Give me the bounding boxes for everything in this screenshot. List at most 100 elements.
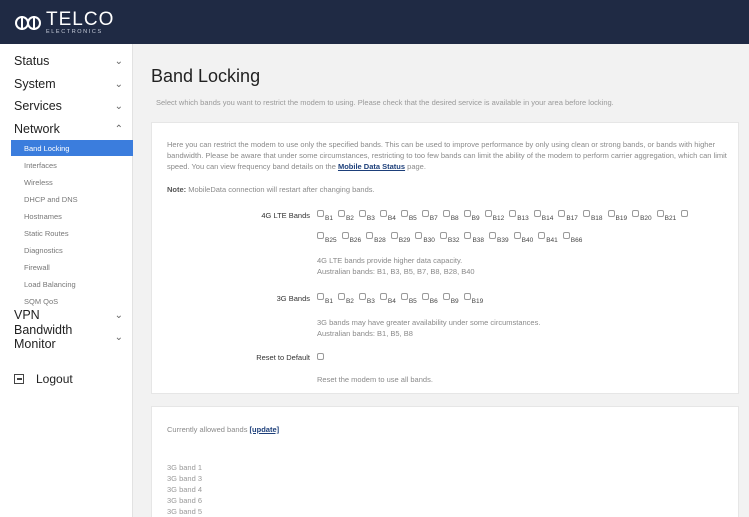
update-link[interactable]: [update]	[250, 425, 280, 434]
lte-band-checkbox[interactable]	[632, 210, 640, 217]
brand-logo[interactable]: TELCO ELECTRONICS	[14, 10, 114, 36]
g3-band-b3[interactable]: B3	[358, 293, 375, 305]
3g-help-australian: Australian bands: B1, B5, B8	[317, 329, 413, 338]
nav-interfaces[interactable]: Interfaces	[0, 157, 133, 173]
lte-band-b28[interactable]: B28	[366, 232, 386, 244]
lte-band-b25[interactable]: B25	[317, 232, 337, 244]
lte-band-b38[interactable]: B38	[464, 232, 484, 244]
lte-band-b30[interactable]: B30	[415, 232, 435, 244]
lte-band-checkbox[interactable]	[538, 232, 546, 239]
lte-band-checkbox[interactable]	[464, 232, 472, 239]
lte-band-b40[interactable]: B40	[513, 232, 533, 244]
g3-band-checkbox[interactable]	[358, 293, 366, 300]
lte-band-b2[interactable]: B2	[337, 210, 354, 222]
lte-band-label: B14	[541, 215, 554, 222]
g3-band-checkbox[interactable]	[379, 293, 387, 300]
lte-band-b3[interactable]: B3	[358, 210, 375, 222]
chevron-down-icon: ⌄	[114, 78, 123, 90]
nav-firewall[interactable]: Firewall	[0, 259, 133, 275]
lte-band-checkbox[interactable]	[489, 232, 497, 239]
g3-band-checkbox[interactable]	[463, 293, 471, 300]
lte-band-b4[interactable]: B4	[379, 210, 396, 222]
lte-band-b29[interactable]: B29	[390, 232, 410, 244]
lte-band-checkbox[interactable]	[607, 210, 615, 217]
lte-band-checkbox[interactable]	[358, 210, 366, 217]
g3-band-b1[interactable]: B1	[317, 293, 333, 305]
g3-band-checkbox[interactable]	[337, 293, 345, 300]
lte-band-checkbox[interactable]	[337, 210, 345, 217]
lte-band-checkbox[interactable]	[484, 210, 492, 217]
lte-band-b19[interactable]: B19	[607, 210, 627, 222]
lte-band-b12[interactable]: B12	[484, 210, 504, 222]
lte-band-checkbox[interactable]	[582, 210, 590, 217]
lte-band-label: B17	[566, 215, 578, 222]
nav-services[interactable]: Services ⌄	[0, 95, 133, 117]
lte-band-checkbox[interactable]	[439, 232, 447, 239]
lte-band-checkbox[interactable]	[317, 232, 324, 239]
g3-band-checkbox[interactable]	[421, 293, 429, 300]
nav-band-locking[interactable]: Band Locking	[11, 140, 133, 156]
reset-default-row	[317, 353, 324, 360]
lte-band-b20[interactable]: B20	[632, 210, 652, 222]
nav-diagnostics[interactable]: Diagnostics	[0, 242, 133, 258]
lte-band-checkbox[interactable]	[442, 210, 450, 217]
nav-bandwidth-monitor[interactable]: Bandwidth Monitor ⌄	[0, 323, 133, 351]
lte-band-checkbox[interactable]	[562, 232, 570, 239]
g3-band-b9[interactable]: B9	[442, 293, 459, 305]
g3-band-checkbox[interactable]	[442, 293, 450, 300]
lte-band-checkbox[interactable]	[400, 210, 408, 217]
nav-dhcp-dns[interactable]: DHCP and DNS	[0, 191, 133, 207]
lte-band-b26[interactable]: B26	[341, 232, 361, 244]
lte-band-checkbox[interactable]	[379, 210, 387, 217]
mobile-data-status-link[interactable]: Mobile Data Status	[338, 162, 405, 171]
g3-band-b4[interactable]: B4	[379, 293, 396, 305]
nav-load-balancing[interactable]: Load Balancing	[0, 276, 133, 292]
lte-band-checkbox[interactable]	[421, 210, 429, 217]
nav-wireless[interactable]: Wireless	[0, 174, 133, 190]
lte-band-b5[interactable]: B5	[400, 210, 417, 222]
lte-band-checkbox[interactable]	[390, 232, 398, 239]
lte-band-checkbox[interactable]	[341, 232, 349, 239]
note-body: MobileData connection will restart after…	[186, 185, 375, 194]
logout-label: Logout	[36, 372, 73, 386]
g3-band-b2[interactable]: B2	[337, 293, 354, 305]
lte-band-row-2: B25 B26 B28 B29 B30 B32 B38 B39 B40 B41 B66	[317, 232, 587, 244]
lte-band-checkbox[interactable]	[558, 210, 566, 217]
lte-band-b18[interactable]: B18	[582, 210, 603, 222]
logout-button[interactable]: Logout	[14, 372, 73, 386]
reset-default-checkbox[interactable]	[317, 353, 324, 360]
lte-band-checkbox[interactable]	[656, 210, 664, 217]
lte-band-b8[interactable]: B8	[442, 210, 459, 222]
lte-band-checkbox[interactable]	[366, 232, 374, 239]
nav-hostnames[interactable]: Hostnames	[0, 208, 133, 224]
lte-band-checkbox[interactable]	[415, 232, 423, 239]
lte-band-b14[interactable]: B14	[533, 210, 554, 222]
lte-band-b1[interactable]: B1	[317, 210, 333, 222]
nav-static-routes[interactable]: Static Routes	[0, 225, 133, 241]
nav-status-label: Status	[14, 54, 50, 68]
g3-band-checkbox[interactable]	[317, 293, 324, 300]
lte-band-b66[interactable]: B66	[562, 232, 582, 244]
nav-status[interactable]: Status ⌄	[0, 50, 133, 72]
lte-band-b13[interactable]: B13	[509, 210, 529, 222]
nav-network[interactable]: Network ⌃	[0, 118, 133, 140]
lte-band-checkbox[interactable]	[463, 210, 471, 217]
lte-band-b21[interactable]: B21	[656, 210, 676, 222]
lte-band-checkbox[interactable]	[533, 210, 541, 217]
lte-band-b41[interactable]: B41	[538, 232, 558, 244]
lte-band-b39[interactable]: B39	[489, 232, 509, 244]
lte-band-b17[interactable]: B17	[558, 210, 578, 222]
nav-vpn-label: VPN	[14, 308, 40, 322]
lte-band-checkbox-extra[interactable]	[681, 210, 689, 217]
lte-band-b32[interactable]: B32	[439, 232, 459, 244]
g3-band-b5[interactable]: B5	[400, 293, 417, 305]
lte-band-checkbox[interactable]	[509, 210, 517, 217]
g3-band-checkbox[interactable]	[400, 293, 408, 300]
lte-band-checkbox[interactable]	[317, 210, 324, 217]
lte-band-b9[interactable]: B9	[463, 210, 480, 222]
g3-band-b6[interactable]: B6	[421, 293, 438, 305]
g3-band-b19[interactable]: B19	[463, 293, 483, 305]
lte-band-b7[interactable]: B7	[421, 210, 438, 222]
nav-system[interactable]: System ⌄	[0, 73, 133, 95]
lte-band-checkbox[interactable]	[513, 232, 521, 239]
